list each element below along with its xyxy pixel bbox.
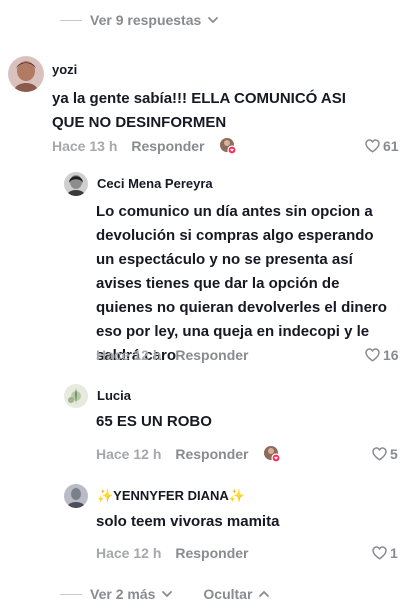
comment-text: 65 ES UN ROBO [96,413,212,430]
view-more-button[interactable]: Ver 2 más [90,586,173,602]
comment-username[interactable]: Lucia [97,388,131,403]
replies-footer: Ver 2 más Ocultar [60,583,270,605]
divider-line [60,19,82,21]
comment-text: ya la gente sabía!!! ELLA COMUNICÓ ASI Q… [52,90,346,131]
reply-button[interactable]: Responder [175,347,248,363]
chevron-up-icon [259,591,270,597]
creator-liked-badge [263,445,281,463]
comment-time: Hace 12 h [96,446,162,462]
comment-username[interactable]: Ceci Mena Pereyra [97,176,213,191]
heart-icon [372,447,387,461]
view-replies-toggle[interactable]: Ver 9 respuestas [60,9,219,31]
comment-meta: Hace 12 h Responder [96,444,281,464]
avatar[interactable] [8,56,44,92]
like-button[interactable]: 5 [372,444,398,464]
view-replies-label: Ver 9 respuestas [90,12,202,28]
like-count: 61 [383,138,399,154]
view-more-label: Ver 2 más [90,586,156,602]
divider-line [60,593,82,595]
reply-button[interactable]: Responder [175,446,248,462]
like-count: 5 [390,446,398,462]
comment-username[interactable]: yozi [52,62,77,77]
avatar[interactable] [64,384,88,408]
like-button[interactable]: 1 [372,543,398,563]
avatar[interactable] [64,484,88,508]
comment-time: Hace 13 h [52,138,118,154]
comment-meta: Hace 12 h Responder [96,543,249,563]
comment-time: Hace 12 h [96,545,162,561]
hide-label: Ocultar [203,586,253,602]
chevron-down-icon [208,17,219,23]
like-count: 1 [390,545,398,561]
like-button[interactable]: 16 [365,345,399,365]
chevron-down-icon [162,591,173,597]
hide-replies-button[interactable]: Ocultar [203,586,270,602]
heart-icon [365,348,380,362]
like-count: 16 [383,347,399,363]
like-button[interactable]: 61 [365,136,399,156]
heart-icon [372,546,387,560]
comment-text: Lo comunico un día antes sin opcion a de… [96,203,387,364]
avatar[interactable] [64,172,88,196]
comment-username[interactable]: ✨YENNYFER DIANA✨ [97,488,245,504]
comment-meta: Hace 13 h Responder [52,136,237,156]
heart-icon [365,139,380,153]
comment-text: solo teem vivoras mamita [96,513,280,530]
reply-button[interactable]: Responder [131,138,204,154]
creator-liked-badge [219,137,237,155]
comment-meta: Hace 12 h Responder [96,345,249,365]
reply-button[interactable]: Responder [175,545,248,561]
comment-time: Hace 12 h [96,347,162,363]
